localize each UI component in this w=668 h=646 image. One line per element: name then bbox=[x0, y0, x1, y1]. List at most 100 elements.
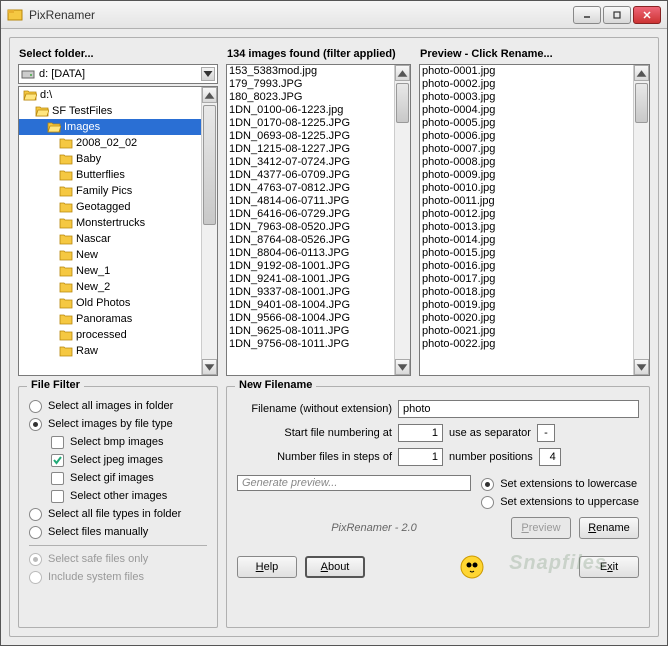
start-input[interactable] bbox=[398, 424, 443, 442]
radio-all-images[interactable]: Select all images in folder bbox=[29, 397, 207, 415]
scroll-thumb[interactable] bbox=[635, 83, 648, 123]
tree-item[interactable]: Panoramas bbox=[19, 311, 201, 327]
tree-item[interactable]: Old Photos bbox=[19, 295, 201, 311]
list-item[interactable]: 1DN_9625-08-1011.JPG bbox=[227, 325, 394, 338]
list-item[interactable]: photo-0019.jpg bbox=[420, 299, 633, 312]
exit-button[interactable]: Exit bbox=[579, 556, 639, 578]
list-item[interactable]: 153_5383mod.jpg bbox=[227, 65, 394, 78]
tree-item[interactable]: Family Pics bbox=[19, 183, 201, 199]
list-item[interactable]: photo-0020.jpg bbox=[420, 312, 633, 325]
tree-item[interactable]: processed bbox=[19, 327, 201, 343]
step-input[interactable] bbox=[398, 448, 443, 466]
list-item[interactable]: photo-0008.jpg bbox=[420, 156, 633, 169]
scroll-down-icon[interactable] bbox=[202, 359, 217, 375]
scroll-up-icon[interactable] bbox=[395, 65, 410, 81]
list-item[interactable]: 1DN_9566-08-1004.JPG bbox=[227, 312, 394, 325]
list-item[interactable]: 1DN_0693-08-1225.JPG bbox=[227, 130, 394, 143]
images-list[interactable]: 153_5383mod.jpg179_7993.JPG180_8023.JPG1… bbox=[226, 64, 411, 376]
tree-item[interactable]: SF TestFiles bbox=[19, 103, 201, 119]
scroll-up-icon[interactable] bbox=[634, 65, 649, 81]
list-item[interactable]: photo-0010.jpg bbox=[420, 182, 633, 195]
list-item[interactable]: photo-0005.jpg bbox=[420, 117, 633, 130]
list-item[interactable]: 1DN_3412-07-0724.JPG bbox=[227, 156, 394, 169]
drive-select[interactable]: d: [DATA] bbox=[18, 64, 218, 84]
scrollbar[interactable] bbox=[394, 65, 410, 375]
tree-item[interactable]: Geotagged bbox=[19, 199, 201, 215]
tree-item[interactable]: Raw bbox=[19, 343, 201, 359]
list-item[interactable]: 1DN_4814-06-0711.JPG bbox=[227, 195, 394, 208]
list-item[interactable]: photo-0015.jpg bbox=[420, 247, 633, 260]
scroll-down-icon[interactable] bbox=[395, 359, 410, 375]
check-gif[interactable]: Select gif images bbox=[51, 469, 207, 487]
scroll-thumb[interactable] bbox=[396, 83, 409, 123]
list-item[interactable]: 1DN_0170-08-1225.JPG bbox=[227, 117, 394, 130]
list-item[interactable]: photo-0016.jpg bbox=[420, 260, 633, 273]
list-item[interactable]: 1DN_8764-08-0526.JPG bbox=[227, 234, 394, 247]
list-item[interactable]: photo-0007.jpg bbox=[420, 143, 633, 156]
list-item[interactable]: 1DN_9192-08-1001.JPG bbox=[227, 260, 394, 273]
list-item[interactable]: 1DN_4377-06-0709.JPG bbox=[227, 169, 394, 182]
tree-item[interactable]: d:\ bbox=[19, 87, 201, 103]
check-jpeg[interactable]: Select jpeg images bbox=[51, 451, 207, 469]
preview-list[interactable]: photo-0001.jpgphoto-0002.jpgphoto-0003.j… bbox=[419, 64, 650, 376]
filename-input[interactable] bbox=[398, 400, 639, 418]
list-item[interactable]: 1DN_1215-08-1227.JPG bbox=[227, 143, 394, 156]
scroll-up-icon[interactable] bbox=[202, 87, 217, 103]
list-item[interactable]: photo-0011.jpg bbox=[420, 195, 633, 208]
list-item[interactable]: photo-0004.jpg bbox=[420, 104, 633, 117]
preview-button[interactable]: Preview bbox=[511, 517, 571, 539]
list-item[interactable]: photo-0017.jpg bbox=[420, 273, 633, 286]
list-item[interactable]: photo-0006.jpg bbox=[420, 130, 633, 143]
list-item[interactable]: photo-0013.jpg bbox=[420, 221, 633, 234]
list-item[interactable]: 180_8023.JPG bbox=[227, 91, 394, 104]
list-item[interactable]: 1DN_4763-07-0812.JPG bbox=[227, 182, 394, 195]
list-item[interactable]: 179_7993.JPG bbox=[227, 78, 394, 91]
list-item[interactable]: photo-0002.jpg bbox=[420, 78, 633, 91]
list-item[interactable]: 1DN_6416-06-0729.JPG bbox=[227, 208, 394, 221]
tree-item[interactable]: Butterflies bbox=[19, 167, 201, 183]
tree-item[interactable]: Baby bbox=[19, 151, 201, 167]
list-item[interactable]: 1DN_9337-08-1001.JPG bbox=[227, 286, 394, 299]
list-item[interactable]: 1DN_9401-08-1004.JPG bbox=[227, 299, 394, 312]
scrollbar[interactable] bbox=[201, 87, 217, 375]
list-item[interactable]: photo-0021.jpg bbox=[420, 325, 633, 338]
radio-all-types[interactable]: Select all file types in folder bbox=[29, 505, 207, 523]
separator-input[interactable] bbox=[537, 424, 555, 442]
scroll-down-icon[interactable] bbox=[634, 359, 649, 375]
scrollbar[interactable] bbox=[633, 65, 649, 375]
list-item[interactable]: 1DN_8804-06-0113.JPG bbox=[227, 247, 394, 260]
chevron-down-icon[interactable] bbox=[201, 67, 215, 81]
help-button[interactable]: Help bbox=[237, 556, 297, 578]
tree-item[interactable]: Nascar bbox=[19, 231, 201, 247]
list-item[interactable]: 1DN_9241-08-1001.JPG bbox=[227, 273, 394, 286]
list-item[interactable]: photo-0003.jpg bbox=[420, 91, 633, 104]
list-item[interactable]: photo-0012.jpg bbox=[420, 208, 633, 221]
scroll-thumb[interactable] bbox=[203, 105, 216, 225]
list-item[interactable]: 1DN_9756-08-1011.JPG bbox=[227, 338, 394, 351]
check-other[interactable]: Select other images bbox=[51, 487, 207, 505]
radio-by-type[interactable]: Select images by file type bbox=[29, 415, 207, 433]
tree-item[interactable]: 2008_02_02 bbox=[19, 135, 201, 151]
list-item[interactable]: 1DN_7963-08-0520.JPG bbox=[227, 221, 394, 234]
tree-item[interactable]: Monstertrucks bbox=[19, 215, 201, 231]
tree-item[interactable]: New_1 bbox=[19, 263, 201, 279]
titlebar[interactable]: PixRenamer bbox=[1, 1, 667, 29]
list-item[interactable]: photo-0014.jpg bbox=[420, 234, 633, 247]
tree-item[interactable]: Images bbox=[19, 119, 201, 135]
radio-ext-lower[interactable]: Set extensions to lowercase bbox=[481, 475, 639, 493]
list-item[interactable]: photo-0018.jpg bbox=[420, 286, 633, 299]
rename-button[interactable]: Rename bbox=[579, 517, 639, 539]
list-item[interactable]: photo-0009.jpg bbox=[420, 169, 633, 182]
radio-manual[interactable]: Select files manually bbox=[29, 523, 207, 541]
minimize-button[interactable] bbox=[573, 6, 601, 24]
list-item[interactable]: photo-0001.jpg bbox=[420, 65, 633, 78]
radio-ext-upper[interactable]: Set extensions to uppercase bbox=[481, 493, 639, 511]
list-item[interactable]: photo-0022.jpg bbox=[420, 338, 633, 351]
check-bmp[interactable]: Select bmp images bbox=[51, 433, 207, 451]
list-item[interactable]: 1DN_0100-06-1223.jpg bbox=[227, 104, 394, 117]
maximize-button[interactable] bbox=[603, 6, 631, 24]
folder-tree[interactable]: d:\SF TestFilesImages2008_02_02BabyButte… bbox=[18, 86, 218, 376]
tree-item[interactable]: New bbox=[19, 247, 201, 263]
about-button[interactable]: About bbox=[305, 556, 365, 578]
tree-item[interactable]: New_2 bbox=[19, 279, 201, 295]
